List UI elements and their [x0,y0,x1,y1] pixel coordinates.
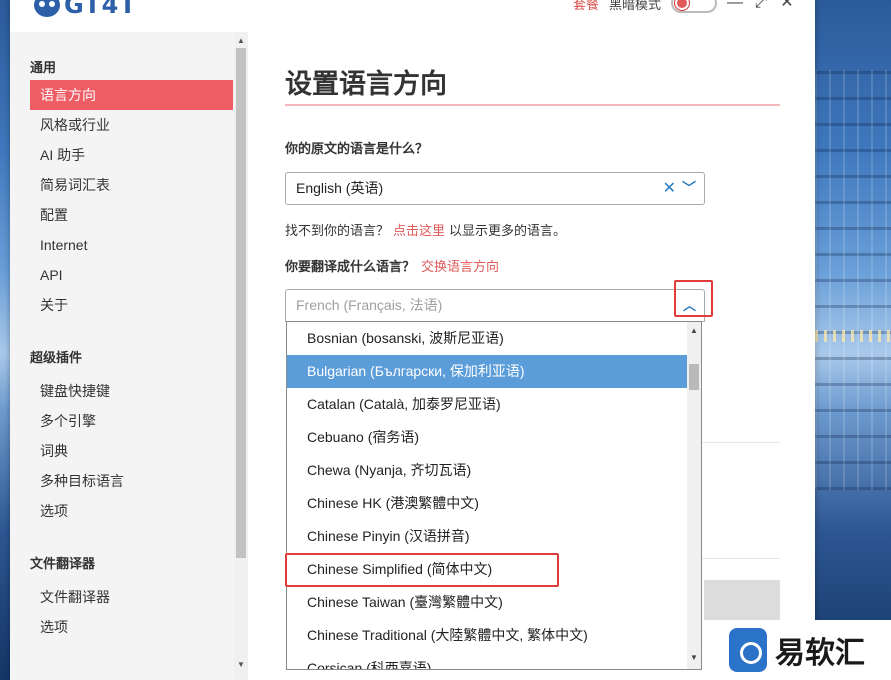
titlebar-controls: 套餐 黑暗模式 — ⤢ ✕ [573,0,795,13]
chevron-down-icon[interactable]: ﹀ [682,173,696,204]
dropdown-option[interactable]: Bosnian (bosanski, 波斯尼亚语) [287,322,687,355]
language-hint: 找不到你的语言？ 点击这里 以显示更多的语言。 [285,220,566,239]
sidebar: 通用 语言方向 风格或行业 AI 助手 简易词汇表 配置 Internet AP… [10,32,248,680]
highlight-box-dropdown-arrow [674,280,713,317]
watermark-text: 易软汇 [775,636,865,671]
dropdown-option[interactable]: Chewa (Nyanja, 齐切瓦语) [287,454,687,487]
watermark: 易软汇 [721,620,891,680]
background-bridge [815,70,891,490]
source-language-question: 你的原文的语言是什么？ [285,141,429,156]
background-lights [815,330,891,342]
scroll-down-icon[interactable]: ▼ [687,651,701,665]
target-language-placeholder: French (Français, 法语) [296,297,443,313]
dropdown-option[interactable]: Chinese Pinyin (汉语拼音) [287,520,687,553]
scroll-up-icon[interactable]: ▲ [234,34,248,48]
target-language-select[interactable]: French (Français, 法语) ︿ [285,289,705,322]
dropdown-scrollbar[interactable]: ▲ ▼ [687,322,701,669]
dropdown-option[interactable]: Catalan (Català, 加泰罗尼亚语) [287,388,687,421]
close-button[interactable]: ✕ [779,0,795,11]
obscured-button[interactable] [704,580,780,620]
sidebar-item-plugin-options[interactable]: 选项 [30,496,233,526]
sidebar-item-about[interactable]: 关于 [30,290,233,320]
dropdown-option[interactable]: Chinese Traditional (大陸繁體中文, 繁体中文) [287,619,687,652]
sidebar-item-engines[interactable]: 多个引擎 [30,406,233,436]
sidebar-item-glossary[interactable]: 简易词汇表 [30,170,233,200]
sidebar-item-file-translator[interactable]: 文件翻译器 [30,582,233,612]
scrollbar-thumb[interactable] [689,364,699,390]
scroll-up-icon[interactable]: ▲ [687,324,701,338]
dropdown-option[interactable]: Corsican (科西嘉语) [287,652,687,669]
sidebar-item-language-direction[interactable]: 语言方向 [30,80,233,110]
page-title: 设置语言方向 [285,69,447,99]
clear-icon[interactable]: ✕ [663,173,676,204]
watermark-logo-icon [729,628,767,672]
swap-direction-link[interactable]: 交换语言方向 [421,259,499,274]
sidebar-item-style[interactable]: 风格或行业 [30,110,233,140]
logo-icon [34,0,60,17]
sidebar-item-ai-assistant[interactable]: AI 助手 [30,140,233,170]
sidebar-item-dictionary[interactable]: 词典 [30,436,233,466]
sidebar-section-super-plugins: 超级插件 [30,350,83,365]
source-language-value: English (英语) [296,180,384,196]
scroll-down-icon[interactable]: ▼ [234,658,248,672]
source-language-select[interactable]: English (英语) ✕ ﹀ [285,172,705,205]
sidebar-item-api[interactable]: API [30,260,233,290]
hint-prefix: 找不到你的语言？ [285,223,390,238]
sidebar-section-general: 通用 [30,60,57,75]
dark-mode-label: 黑暗模式 [608,0,661,12]
dropdown-option[interactable]: Cebuano (宿务语) [287,421,687,454]
sidebar-item-config[interactable]: 配置 [30,200,233,230]
sidebar-section-file-translator: 文件翻译器 [30,556,96,571]
dropdown-option[interactable]: Chinese HK (港澳繁體中文) [287,487,687,520]
plan-link[interactable]: 套餐 [573,0,599,13]
sidebar-item-file-options[interactable]: 选项 [30,612,233,642]
titlebar: GT4T 套餐 黑暗模式 — ⤢ ✕ [10,0,815,32]
title-divider [285,104,780,106]
scrollbar-thumb[interactable] [236,48,246,558]
dropdown-option[interactable]: Chinese Taiwan (臺灣繁體中文) [287,586,687,619]
dark-mode-toggle[interactable] [671,0,717,13]
sidebar-item-internet[interactable]: Internet [30,230,233,260]
sidebar-scrollbar[interactable]: ▲ ▼ [234,32,248,680]
show-more-languages-link[interactable]: 点击这里 [393,223,445,238]
logo-text: GT4T [64,0,137,19]
target-language-question: 你要翻译成什么语言？ [285,259,416,274]
sidebar-item-shortcuts[interactable]: 键盘快捷键 [30,376,233,406]
target-language-dropdown[interactable]: Bosnian (bosanski, 波斯尼亚语) Bulgarian (Бъл… [286,321,702,670]
minimize-button[interactable]: — [727,0,743,11]
highlight-box-chinese-simplified [285,553,559,587]
target-language-row: 你要翻译成什么语言？ 交换语言方向 [285,256,499,275]
dropdown-option-highlighted[interactable]: Bulgarian (Български, 保加利亚语) [287,355,687,388]
toggle-knob [675,0,689,10]
sidebar-item-multi-target[interactable]: 多种目标语言 [30,466,233,496]
app-logo: GT4T [34,0,137,19]
hint-suffix: 以显示更多的语言。 [449,223,567,238]
maximize-button[interactable]: ⤢ [753,0,769,11]
